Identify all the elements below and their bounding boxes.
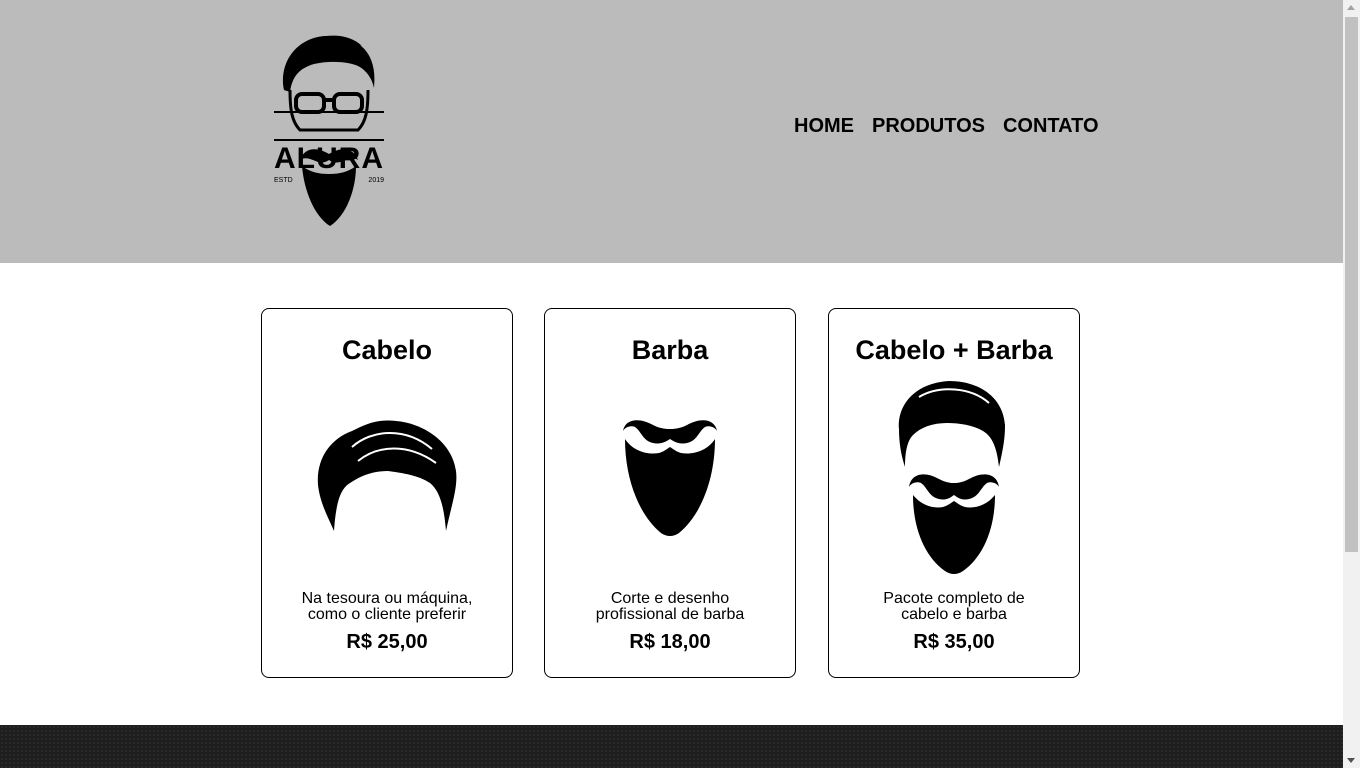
scrollbar-thumb[interactable]: [1345, 17, 1358, 552]
hair-icon: [317, 420, 457, 531]
product-title: Cabelo + Barba: [855, 335, 1053, 365]
product-description: Na tesoura ou máquina, como o cliente pr…: [301, 590, 473, 623]
product-price: R$ 35,00: [913, 631, 995, 653]
product-description: Corte e desenho profissional de barba: [595, 590, 745, 623]
nav-produtos[interactable]: PRODUTOS: [872, 113, 985, 139]
scroll-up-icon[interactable]: [1347, 5, 1355, 10]
product-title: Cabelo: [341, 335, 433, 365]
logo[interactable]: ALURA ESTD 2019: [270, 30, 388, 230]
site-footer: [0, 725, 1343, 768]
product-description: Pacote completo de cabelo e barba: [883, 590, 1025, 623]
nav-contato[interactable]: CONTATO: [1003, 113, 1099, 139]
page: ALURA ESTD 2019 HOME PRODUTOS CONTATO Ca…: [0, 0, 1343, 768]
logo-year: 2019: [368, 177, 384, 184]
hair-and-beard-icon: [898, 381, 1005, 574]
site-header: ALURA ESTD 2019 HOME PRODUTOS CONTATO: [0, 0, 1343, 263]
product-card-cabelo-barba: Cabelo + Barba Pacote completo de cabelo…: [828, 308, 1080, 678]
scroll-down-icon[interactable]: [1347, 758, 1355, 763]
beard-icon: [623, 420, 717, 536]
nav-home[interactable]: HOME: [794, 113, 854, 139]
products-section: Cabelo Na tesoura ou máquina, como o cli…: [261, 308, 1081, 680]
product-price: R$ 25,00: [346, 631, 428, 653]
main-nav: HOME PRODUTOS CONTATO: [794, 113, 1099, 139]
product-price: R$ 18,00: [629, 631, 711, 653]
logo-wordmark: ALURA: [274, 142, 384, 175]
logo-estd: ESTD: [274, 177, 293, 184]
product-card-barba: Barba Corte e desenho profissional de ba…: [544, 308, 796, 678]
product-card-cabelo: Cabelo Na tesoura ou máquina, como o cli…: [261, 308, 513, 678]
product-title: Barba: [631, 335, 709, 365]
vertical-scrollbar[interactable]: [1343, 0, 1360, 768]
logo-face-icon: [274, 35, 384, 226]
